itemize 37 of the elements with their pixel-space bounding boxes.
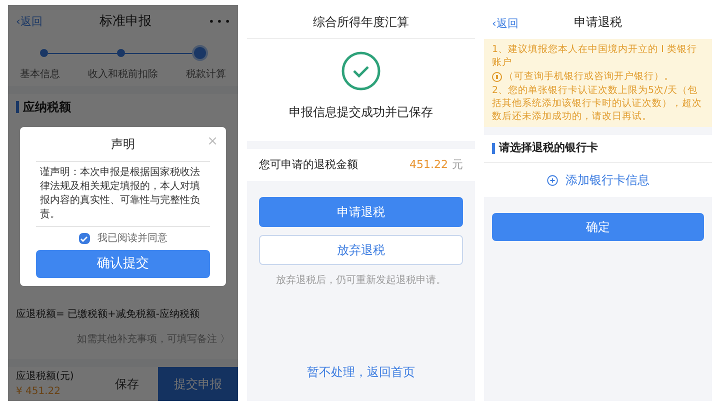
step-label: 税款计算 (186, 68, 226, 82)
save-button[interactable]: 保存 (96, 367, 158, 401)
notice-text: 2、您的单张银行卡认证次数上限为5次/天（包括其他系统添加该银行卡时的认证次数），超次数后还未添加成功的，请改日再试。 (492, 84, 703, 123)
success-check-icon (341, 51, 381, 91)
refund-label: 应退税额(元) (16, 370, 75, 384)
success-message: 申报信息提交成功并已保存 (289, 104, 433, 121)
refund-amount: 451.22 (410, 156, 448, 173)
currency-unit: 元 (452, 156, 463, 173)
confirm-submit-button[interactable]: 确认提交 (36, 250, 210, 278)
section-title: 应纳税额 (23, 99, 71, 116)
formula-text: 应退税额= 已缴税额+减免税额-应纳税额 (16, 309, 200, 320)
agree-label: 我已阅读并同意 (98, 232, 168, 246)
plus-circle-icon (546, 174, 558, 186)
step-label: 基本信息 (20, 68, 60, 82)
more-button[interactable]: • • • (208, 14, 230, 30)
back-link[interactable]: ‹返回 (16, 14, 42, 30)
section-title: 请选择退税的银行卡 (499, 140, 598, 156)
back-link[interactable]: ‹返回 (492, 16, 518, 32)
abandon-hint: 放弃退税后，仍可重新发起退税申请。 (275, 274, 447, 288)
refund-amount: ¥ 451.22 (16, 385, 62, 399)
page-title: 综合所得年度汇算 (313, 14, 409, 30)
return-home-link[interactable]: 暂不处理，返回首页 (307, 363, 415, 381)
submit-button[interactable]: 提交申报 (158, 367, 238, 401)
notice-text: 1、建议填报您本人在中国境内开立的 I 类银行账户 (492, 43, 698, 69)
page-title: 标准申报 (99, 13, 152, 32)
confirm-button[interactable]: 确定 (492, 213, 704, 241)
dialog-title: 声明 (111, 136, 135, 153)
refund-label: 您可申请的退税金额 (259, 156, 358, 173)
apply-refund-button[interactable]: 申请退税 (259, 197, 463, 227)
declaration-text: 谨声明：本次申报是根据国家税收法律法规及相关规定填报的，本人对填报内容的真实性、可靠性与完整性负责。 (36, 162, 210, 227)
step-label: 收入和税前扣除 (88, 68, 158, 82)
agree-checkbox[interactable] (78, 233, 90, 244)
help-icon[interactable] (492, 72, 502, 82)
page-title: 申请退税 (574, 14, 622, 31)
abandon-refund-button[interactable]: 放弃退税 (259, 235, 463, 265)
close-button[interactable]: × (207, 135, 218, 148)
notice-text: （可查询手机银行或咨询开户银行）。 (504, 70, 674, 83)
